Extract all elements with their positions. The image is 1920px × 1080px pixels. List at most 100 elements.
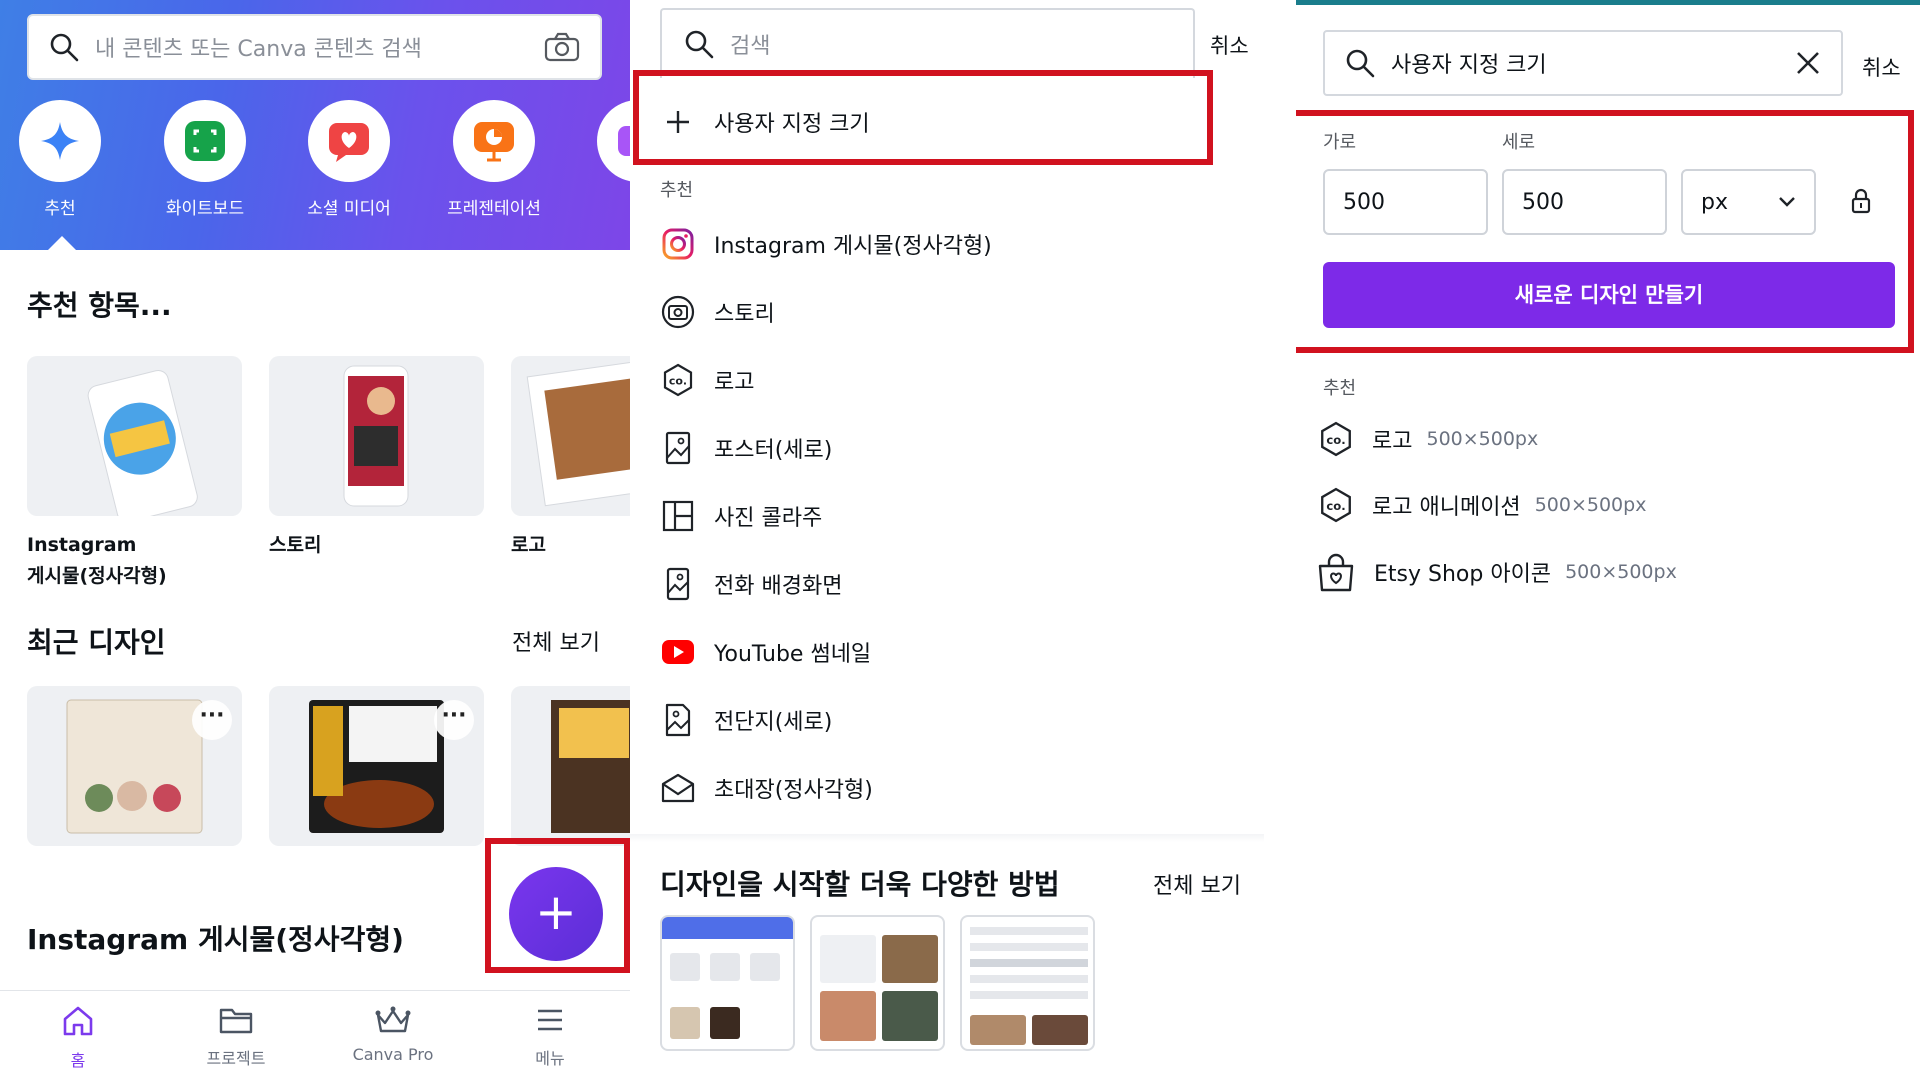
clear-icon[interactable] — [1795, 50, 1821, 76]
category-label: 추천 — [44, 199, 76, 219]
bottom-navigation: 홈 프로젝트 Canva Pro 메뉴 — [0, 990, 630, 1080]
custom-size-option[interactable]: 사용자 지정 크기 — [660, 104, 870, 140]
design-type-youtube-thumbnail[interactable]: YouTube 썸네일 — [660, 634, 871, 670]
camera-icon — [661, 295, 695, 329]
design-type-label: Instagram 게시물(정사각형) — [714, 234, 992, 259]
home-search-placeholder: 내 콘텐츠 또는 Canva 콘텐츠 검색 — [95, 37, 422, 62]
category-row: 추천 화이트보드 소셜 미디어 프레젠테이션 동 — [0, 100, 630, 250]
suggestion-label: 로고 — [1372, 429, 1413, 454]
logo-thumbnail — [526, 359, 630, 507]
recommended-card-logo[interactable] — [511, 356, 630, 516]
recommended-section-label: 추천 — [1323, 378, 1357, 399]
more-ways-thumbnail[interactable] — [960, 915, 1095, 1051]
poster-icon — [665, 431, 691, 465]
more-options-button[interactable]: ··· — [192, 700, 232, 740]
search-icon — [685, 30, 714, 59]
category-recommended[interactable]: 추천 — [0, 100, 120, 219]
recent-designs-title: 최근 디자인 — [27, 626, 166, 659]
width-input[interactable]: 500 — [1323, 169, 1488, 235]
recommended-card-story[interactable] — [269, 356, 484, 516]
design-type-label: 로고 — [714, 370, 755, 395]
recent-design-thumbnail — [551, 700, 630, 833]
recommended-card-instagram[interactable] — [27, 356, 242, 516]
story-thumbnail — [343, 365, 409, 507]
nav-home[interactable]: 홈 — [8, 1005, 148, 1071]
width-label: 가로 — [1323, 132, 1357, 153]
suggestion-dimensions: 500×500px — [1534, 494, 1647, 516]
more-ways-thumbnail[interactable] — [810, 915, 945, 1051]
tutorial-screenshot-thumbnail — [662, 917, 793, 1039]
logo-co-icon: co. — [663, 363, 693, 397]
nav-label: 메뉴 — [535, 1049, 565, 1068]
more-ways-see-all-link[interactable]: 전체 보기 — [1153, 868, 1241, 900]
create-design-fab[interactable]: + — [509, 867, 603, 961]
camera-search-icon[interactable] — [544, 32, 580, 62]
design-type-invitation[interactable]: 초대장(정사각형) — [660, 770, 873, 806]
chevron-down-icon — [1779, 197, 1795, 207]
more-ways-thumbnail[interactable] — [660, 915, 795, 1051]
logo-co-icon: co. — [1321, 421, 1351, 457]
video-icon — [618, 126, 630, 156]
design-type-story[interactable]: 스토리 — [660, 294, 775, 330]
custom-size-label: 사용자 지정 크기 — [714, 112, 870, 137]
cancel-button[interactable]: 취소 — [1862, 52, 1901, 82]
custom-size-search-input[interactable]: 사용자 지정 크기 — [1323, 30, 1843, 96]
nav-menu[interactable]: 메뉴 — [480, 1005, 620, 1069]
design-search-input[interactable]: 검색 — [660, 8, 1195, 78]
category-label: 프레젠테이션 — [447, 199, 541, 219]
nav-canva-pro[interactable]: Canva Pro — [323, 1005, 463, 1064]
design-type-label: 사진 콜라주 — [714, 506, 823, 531]
category-video[interactable]: 동 — [578, 100, 630, 219]
shop-bag-icon — [1318, 553, 1354, 592]
design-type-collage[interactable]: 사진 콜라주 — [660, 498, 822, 534]
nav-projects[interactable]: 프로젝트 — [166, 1005, 306, 1069]
design-type-poster[interactable]: 포스터(세로) — [660, 430, 832, 466]
suggestion-logo[interactable]: co. 로고 500×500px — [1318, 421, 1538, 457]
design-type-wallpaper[interactable]: 전화 배경화면 — [660, 566, 842, 602]
search-value: 사용자 지정 크기 — [1391, 53, 1547, 78]
design-type-logo[interactable]: co. 로고 — [660, 362, 754, 398]
recent-design-card[interactable]: ··· — [269, 686, 484, 846]
suggestion-dimensions: 500×500px — [1426, 428, 1539, 450]
design-type-flyer[interactable]: 전단지(세로) — [660, 702, 832, 738]
recent-see-all-link[interactable]: 전체 보기 — [512, 625, 600, 657]
nav-label: Canva Pro — [352, 1045, 434, 1064]
cancel-button[interactable]: 취소 — [1210, 30, 1249, 60]
category-label: 화이트보드 — [165, 199, 245, 219]
recommended-title: 추천 항목... — [27, 289, 172, 322]
youtube-icon — [662, 640, 694, 664]
home-search-input[interactable]: 내 콘텐츠 또는 Canva 콘텐츠 검색 — [27, 14, 602, 80]
category-label: 동 — [578, 194, 630, 219]
recent-design-card[interactable]: ··· — [27, 686, 242, 846]
wallpaper-icon — [666, 567, 690, 601]
category-presentation[interactable]: 프레젠테이션 — [434, 100, 554, 219]
category-whiteboard[interactable]: 화이트보드 — [145, 100, 265, 219]
suggestion-logo-animation[interactable]: co. 로고 애니메이션 500×500px — [1318, 487, 1646, 523]
recommended-label: 스토리 — [269, 534, 322, 556]
selected-category-caret — [48, 236, 76, 250]
instagram-post-thumbnail — [87, 369, 198, 516]
design-type-label: 전화 배경화면 — [714, 574, 843, 599]
create-new-design-button[interactable]: 새로운 디자인 만들기 — [1323, 262, 1895, 328]
collage-icon — [662, 500, 694, 532]
more-options-button[interactable]: ··· — [434, 700, 474, 740]
design-type-label: 전단지(세로) — [714, 710, 833, 735]
svg-text:co.: co. — [1326, 499, 1345, 513]
design-type-instagram[interactable]: Instagram 게시물(정사각형) — [660, 226, 992, 262]
suggestion-etsy-shop-icon[interactable]: Etsy Shop 아이콘 500×500px — [1316, 552, 1677, 592]
search-icon — [1346, 49, 1375, 78]
section-divider — [630, 834, 1264, 842]
whiteboard-icon — [185, 121, 225, 161]
tutorial-screenshot-thumbnail — [820, 935, 938, 1041]
logo-co-icon: co. — [1321, 487, 1351, 523]
folder-icon — [219, 1008, 253, 1034]
recent-design-card[interactable] — [511, 686, 630, 846]
height-input[interactable]: 500 — [1502, 169, 1667, 235]
suggestion-label: Etsy Shop 아이콘 — [1374, 562, 1552, 587]
suggestion-label: 로고 애니메이션 — [1372, 495, 1521, 520]
recommended-label: Instagram 게시물(정사각형) — [27, 534, 167, 587]
lock-aspect-ratio-icon[interactable] — [1850, 187, 1872, 215]
category-social-media[interactable]: 소셜 미디어 — [289, 100, 409, 219]
recommended-label: 로고 — [511, 534, 546, 556]
unit-select[interactable]: px — [1681, 169, 1816, 235]
